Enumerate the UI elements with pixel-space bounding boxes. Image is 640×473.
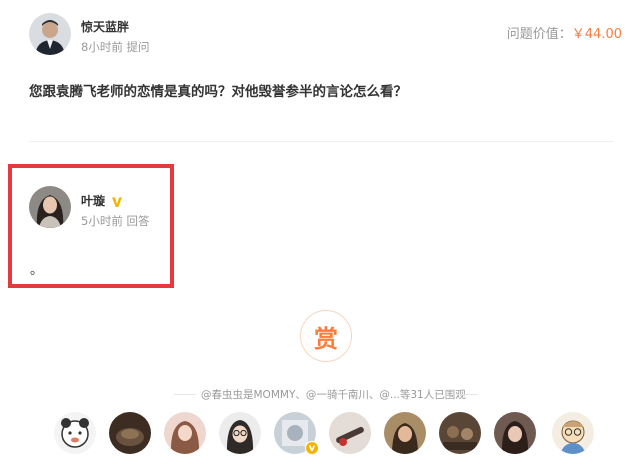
vip-v-icon (111, 193, 123, 207)
onlooker-avatar-7[interactable] (384, 412, 426, 454)
onlooker-avatar-8[interactable] (439, 412, 481, 454)
question-text: 您跟袁腾飞老师的恋情是真的吗？对他毁誉参半的言论怎么看？ (29, 84, 407, 100)
onlooker-avatar-3[interactable] (164, 412, 206, 454)
divider (29, 141, 614, 142)
verified-badge-icon (305, 440, 319, 455)
answerer-meta: 5小时前 回答 (81, 214, 150, 228)
answer-text: 。 (30, 263, 44, 278)
onlooker-avatar-10[interactable] (552, 412, 594, 454)
reward-label: 赏 (314, 324, 338, 353)
onlooker-avatar-6[interactable] (329, 412, 371, 454)
answerer-name[interactable]: 叶璇 (81, 192, 105, 209)
answerer-avatar[interactable] (29, 186, 71, 228)
divider-line-right (456, 394, 478, 395)
onlooker-avatar-1[interactable] (54, 412, 96, 454)
asker-meta: 8小时前 提问 (81, 40, 150, 54)
asker-avatar[interactable] (29, 13, 71, 55)
onlookers-text: @春虫虫是MOMMY、@一骑千南川、@...等31人已围观 (201, 389, 466, 401)
onlooker-avatar-9[interactable] (494, 412, 536, 454)
price-label: 问题价值： (506, 27, 572, 42)
onlooker-avatar-4[interactable] (219, 412, 261, 454)
asker-name[interactable]: 惊天蓝胖 (81, 18, 129, 35)
price-value: ￥44.00 (571, 27, 622, 42)
onlooker-avatar-2[interactable] (109, 412, 151, 454)
question-price: 问题价值：￥44.00 (507, 23, 622, 42)
reward-button[interactable]: 赏 (300, 310, 352, 362)
divider-line-left (174, 394, 196, 395)
